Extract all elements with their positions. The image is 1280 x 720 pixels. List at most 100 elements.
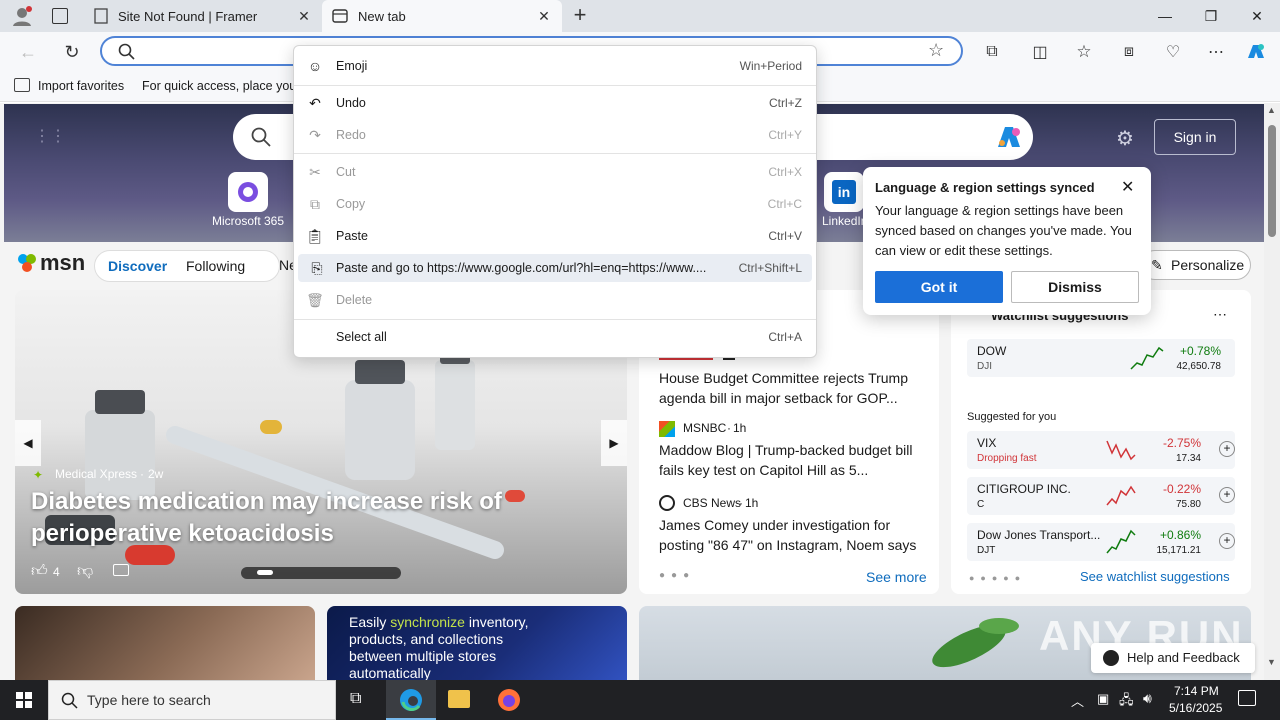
network-icon[interactable]: 🖧︎ (1119, 691, 1134, 713)
browser-essentials-icon[interactable]: ♡ (1161, 40, 1185, 64)
scroll-thumb[interactable] (1268, 125, 1276, 237)
watchlist-row-dow[interactable]: DOW DJI +0.78% 42,650.78 (967, 339, 1235, 377)
close-tab-icon[interactable]: ✕ (296, 8, 312, 25)
quote-name: VIX (977, 436, 997, 450)
personalize-button[interactable]: ✎ Personalize (1140, 250, 1251, 280)
add-to-watchlist-button[interactable]: + (1219, 487, 1235, 503)
search-icon (61, 692, 78, 709)
scroll-down-arrow[interactable]: ▼ (1267, 657, 1276, 667)
copilot-icon[interactable] (993, 123, 1023, 151)
taskbar: Type here to search ⧉ ︿ ▣ 🖧︎ 🔊︎ 7:14 PM … (0, 680, 1280, 720)
add-to-watchlist-button[interactable]: + (1219, 533, 1235, 549)
notifications-icon[interactable] (1238, 690, 1256, 706)
extensions-icon[interactable]: ⧉ (980, 40, 1004, 64)
tray-chevron-icon[interactable]: ︿ (1071, 691, 1084, 710)
watchlist-row[interactable]: CITIGROUP INC. C -0.22% 75.80 + (967, 477, 1235, 515)
clock-date[interactable]: 5/16/2025 (1169, 701, 1222, 715)
tab-new-tab[interactable]: New tab ✕ (322, 0, 562, 32)
collections-icon[interactable]: ⧈ (1117, 40, 1141, 64)
sign-in-button[interactable]: Sign in (1154, 119, 1236, 155)
news-headline[interactable]: House Budget Committee rejects Trump age… (659, 368, 924, 408)
like-icon[interactable]: 👍︎ (31, 562, 48, 581)
start-button[interactable] (0, 680, 48, 720)
dislike-icon[interactable]: 👎︎ (77, 562, 93, 581)
see-watchlist-link[interactable]: See watchlist suggestions (1080, 569, 1230, 584)
quick-link-linkedin[interactable]: in (824, 172, 864, 212)
source-separator: · (140, 467, 144, 481)
more-menu-icon[interactable]: ⋯ (1204, 40, 1228, 64)
settings-gear-icon[interactable]: ⚙ (1116, 126, 1134, 151)
import-icon (14, 78, 30, 92)
tray-device-icon[interactable]: ▣ (1097, 691, 1109, 707)
watchlist-row[interactable]: VIX Dropping fast -2.75% 17.34 + (967, 431, 1235, 469)
undo-icon: ↶ (309, 94, 321, 111)
context-menu: ☺ Emoji Win+Period ↶ Undo Ctrl+Z ↷ Redo … (293, 45, 817, 358)
firefox-icon[interactable] (497, 688, 521, 712)
file-explorer-icon[interactable] (448, 690, 470, 708)
task-view-icon[interactable]: ⧉ (350, 690, 361, 708)
popup-body: Your language & region settings have bee… (875, 203, 1132, 258)
taskbar-search-box[interactable]: Type here to search (48, 680, 336, 720)
edge-taskbar-button[interactable] (386, 680, 436, 720)
import-favorites-link[interactable]: Import favorites (38, 79, 124, 93)
news-age: 1h (733, 421, 747, 435)
quote-name: CITIGROUP INC. (977, 482, 1071, 496)
promo-card[interactable]: Easily synchronize inventory, products, … (327, 606, 627, 680)
refresh-icon[interactable]: ↻ (60, 40, 84, 64)
menu-item-paste[interactable]: 📋︎ Paste Ctrl+V (294, 222, 816, 250)
menu-item-undo[interactable]: ↶ Undo Ctrl+Z (294, 89, 816, 117)
volume-icon[interactable]: 🔊︎ (1143, 690, 1152, 707)
close-tab-icon[interactable]: ✕ (536, 8, 552, 25)
watchlist-row[interactable]: Dow Jones Transport... DJT +0.86% 15,171… (967, 523, 1235, 561)
nav-discover[interactable]: Discover (108, 258, 167, 274)
sync-popup: Language & region settings synced ✕ Your… (863, 167, 1151, 315)
close-window-button[interactable]: ✕ (1234, 0, 1280, 32)
story-card-image[interactable] (15, 606, 315, 680)
quick-link-label: Microsoft 365 (212, 214, 285, 228)
tab-actions-icon[interactable] (52, 8, 68, 24)
news-headline[interactable]: Maddow Blog | Trump-backed budget bill f… (659, 440, 924, 480)
page-scrollbar[interactable]: ▲ ▼ (1264, 103, 1280, 680)
favorite-star-icon[interactable]: ☆ (928, 40, 944, 61)
copilot-icon[interactable] (1244, 40, 1268, 64)
comment-icon[interactable] (113, 564, 129, 576)
pager-dots[interactable]: ●●●●● (969, 573, 1026, 583)
quote-change: -0.22% (1162, 482, 1201, 496)
paste-and-go-icon: ⎘ (311, 259, 323, 276)
quote-change: +0.78% (1179, 344, 1221, 358)
tab-site-not-found[interactable]: Site Not Found | Framer ✕ (84, 0, 322, 32)
menu-item-paste-and-go[interactable]: ⎘ Paste and go to https://www.google.com… (298, 254, 812, 282)
prev-arrow-button[interactable]: ◀ (15, 420, 41, 466)
favorites-icon[interactable]: ☆ (1072, 40, 1096, 64)
menu-item-select-all[interactable]: Select all Ctrl+A (294, 323, 816, 351)
add-to-watchlist-button[interactable]: + (1219, 441, 1235, 457)
menu-shortcut: Ctrl+Z (769, 96, 802, 110)
story-headline[interactable]: Diabetes medication may increase risk of… (31, 486, 511, 550)
help-feedback-button[interactable]: Help and Feedback (1091, 643, 1255, 673)
nav-following[interactable]: Following (186, 258, 245, 274)
dismiss-button[interactable]: Dismiss (1011, 271, 1139, 303)
menu-shortcut: Ctrl+A (768, 330, 802, 344)
new-tab-button[interactable]: + (568, 4, 592, 28)
msn-logo[interactable]: msn (16, 250, 85, 276)
split-screen-icon[interactable]: ◫ (1028, 40, 1052, 64)
pager-dots[interactable]: ●●● (659, 570, 695, 581)
apps-grid-icon[interactable]: ⋮⋮ (34, 126, 66, 148)
got-it-button[interactable]: Got it (875, 271, 1003, 303)
close-popup-icon[interactable]: ✕ (1121, 177, 1134, 197)
menu-label: Paste and go to https://www.google.com/u… (336, 261, 707, 275)
next-arrow-button[interactable]: ▶ (601, 420, 627, 466)
restore-button[interactable]: ❐ (1188, 0, 1234, 32)
story-age: 2w (148, 467, 164, 481)
see-more-link[interactable]: See more (866, 569, 927, 585)
more-options-icon[interactable]: ⋯ (1213, 306, 1227, 323)
back-icon[interactable]: ← (16, 40, 40, 64)
clock-time[interactable]: 7:14 PM (1174, 684, 1219, 698)
scroll-up-arrow[interactable]: ▲ (1267, 105, 1276, 115)
minimize-button[interactable]: — (1142, 0, 1188, 32)
quick-link-m365[interactable] (228, 172, 268, 212)
menu-item-emoji[interactable]: ☺ Emoji Win+Period (294, 52, 816, 80)
carousel-pager[interactable] (241, 567, 401, 579)
news-headline[interactable]: James Comey under investigation for post… (659, 515, 924, 555)
profile-icon[interactable] (10, 4, 34, 28)
